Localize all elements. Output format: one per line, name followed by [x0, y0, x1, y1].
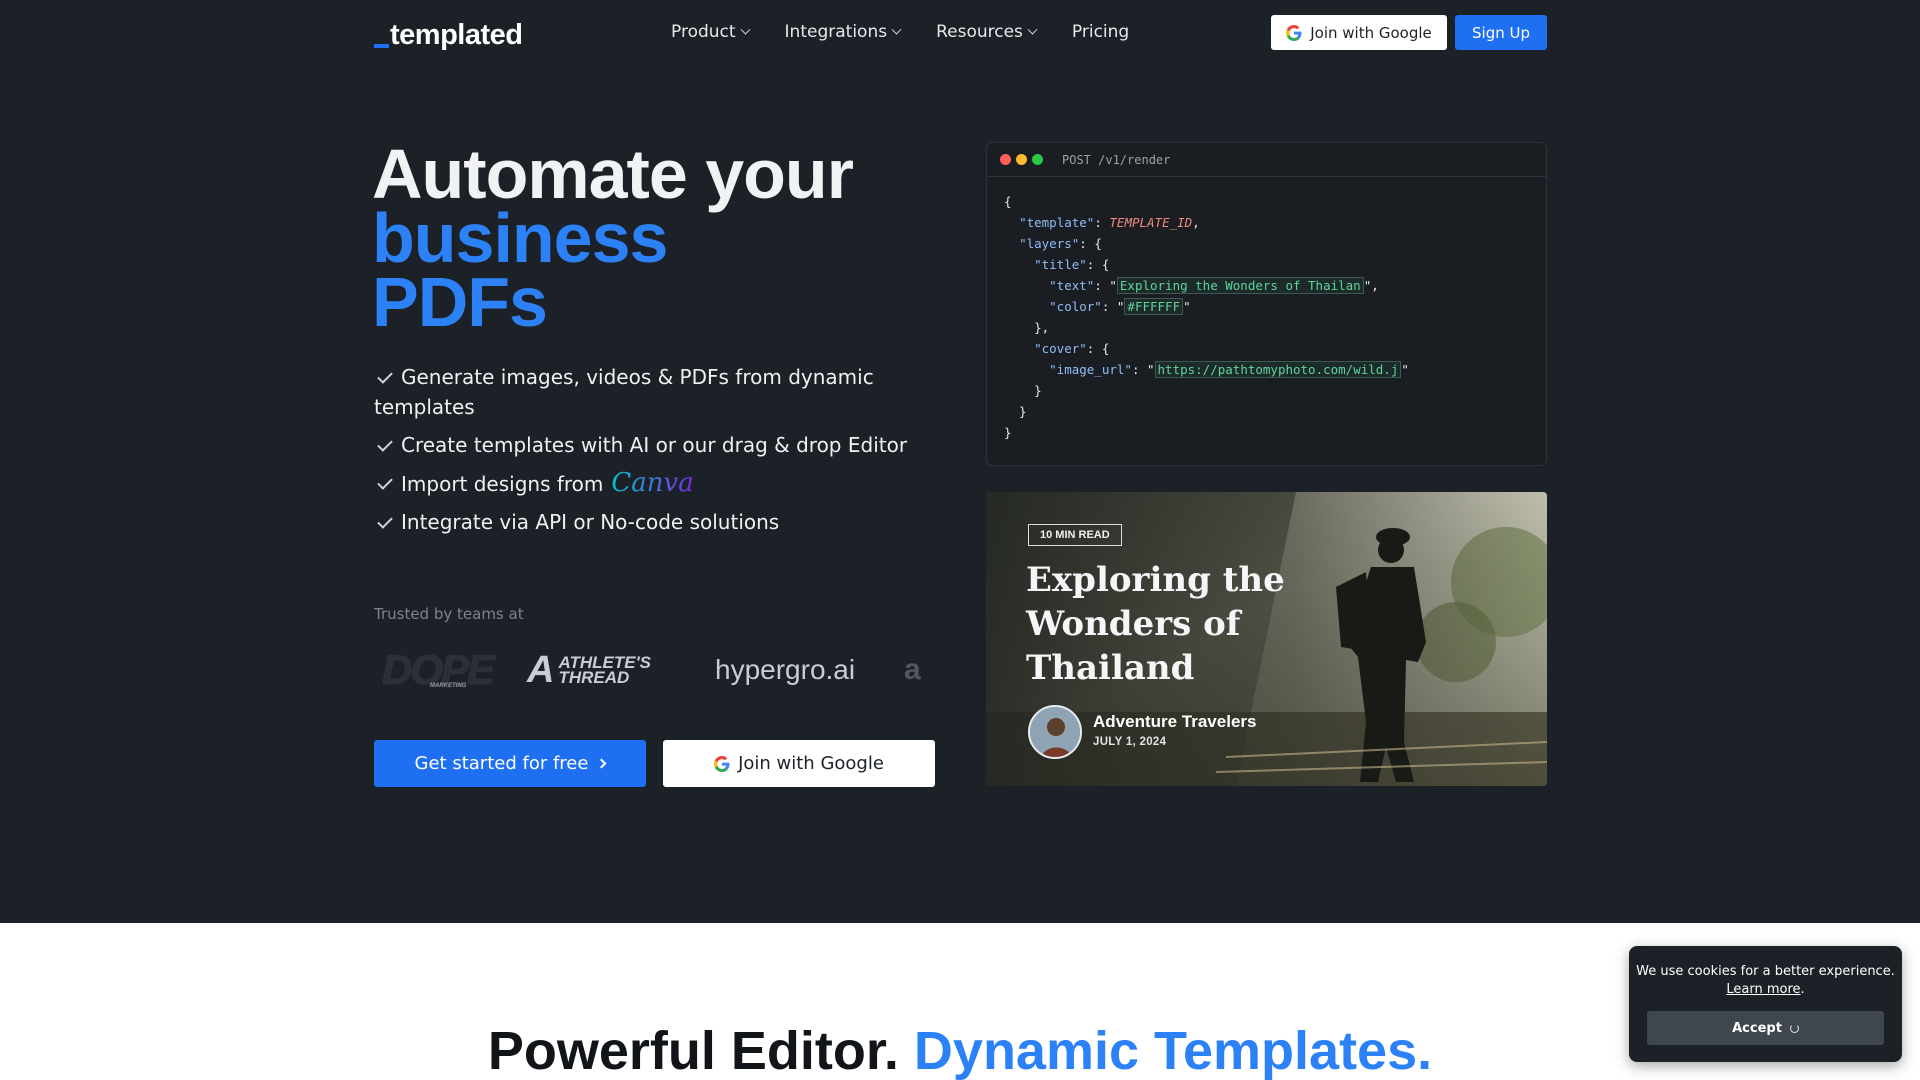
nav-item-resources[interactable]: Resources — [936, 20, 1038, 44]
join-with-google-cta[interactable]: Join with Google — [663, 740, 935, 787]
heading-blue-part: Dynamic Templates. — [913, 1021, 1433, 1080]
nav-item-pricing[interactable]: Pricing — [1072, 20, 1129, 44]
json-key: "image_url" — [1049, 362, 1132, 377]
learn-more-link[interactable]: Learn more — [1726, 982, 1800, 997]
cookie-message: We use cookies for a better experience. — [1636, 964, 1895, 979]
feature-text: Create templates with AI or our drag & d… — [401, 433, 908, 457]
hero-headline: Automate your business PDFs — [372, 135, 854, 341]
get-started-button[interactable]: Get started for free — [374, 740, 646, 787]
headline-line-2: business — [372, 199, 668, 277]
json-key: "cover" — [1034, 341, 1087, 356]
google-icon — [714, 755, 730, 772]
json-key: "layers" — [1019, 236, 1080, 251]
cookie-banner: We use cookies for a better experience. … — [1629, 946, 1902, 1062]
window-maximize-dot-icon — [1032, 154, 1043, 165]
check-icon — [377, 436, 393, 452]
get-started-label: Get started for free — [414, 753, 589, 774]
feature-text: Integrate via API or No-code solutions — [401, 510, 780, 534]
title-color-value[interactable]: #FFFFFF — [1124, 298, 1184, 315]
accept-label: Accept — [1732, 1020, 1782, 1036]
cookie-learn-more-line: Learn more. — [1726, 982, 1805, 997]
logo-text: templated — [390, 19, 523, 51]
feature-item: Create templates with AI or our drag & d… — [374, 430, 934, 460]
google-icon — [1286, 24, 1302, 41]
nav-item-label: Product — [671, 22, 736, 42]
hypergro-logo: hypergro.ai — [715, 654, 856, 685]
code-panel-header: POST /v1/render — [987, 143, 1546, 177]
json-key: "color" — [1049, 299, 1102, 314]
join-with-google-label: Join with Google — [1310, 23, 1432, 42]
code-body: { "template": TEMPLATE_ID, "layers": { "… — [1004, 194, 1409, 440]
post-date: JULY 1, 2024 — [1093, 736, 1167, 748]
author-name: Adventure Travelers — [1093, 712, 1257, 731]
athletes-thread-logo: A ATHLETE'S THREAD — [527, 645, 651, 695]
dope-marketing-logo: DOPE MARKETING — [382, 645, 495, 695]
json-key: "title" — [1034, 257, 1087, 272]
nav-item-label: Resources — [936, 22, 1023, 42]
trusted-label: Trusted by teams at — [374, 605, 524, 623]
check-icon — [377, 513, 393, 529]
athletes-logo-mark: A — [527, 648, 555, 691]
json-key: "text" — [1049, 278, 1095, 293]
nav-item-label: Integrations — [784, 22, 888, 42]
feature-item: Generate images, videos & PDFs from dyna… — [374, 362, 934, 422]
json-key: "template" — [1019, 215, 1095, 230]
nav-item-integrations[interactable]: Integrations — [784, 20, 902, 44]
request-method: POST /v1/render — [1062, 152, 1171, 167]
chevron-down-icon — [1027, 24, 1038, 35]
athletes-logo-text: ATHLETE'S THREAD — [558, 654, 651, 687]
image-url-value[interactable]: https://pathtomyphoto.com/wild.j — [1154, 361, 1402, 378]
client-logos: DOPE MARKETING A ATHLETE'S THREAD hypergr… — [382, 645, 937, 695]
nav-item-product[interactable]: Product — [671, 20, 750, 44]
heading-dark-part: Powerful Editor. — [487, 1021, 899, 1080]
headline-line-1: Automate your — [372, 135, 854, 213]
join-with-google-cta-label: Join with Google — [738, 753, 884, 774]
partial-logo: a — [904, 653, 921, 686]
athletes-line-2: THREAD — [558, 668, 630, 687]
blog-card-title: Exploring the Wonders of Thailand — [1026, 560, 1285, 688]
feature-item: Import designs from Canva — [374, 468, 934, 499]
chevron-down-icon — [740, 24, 750, 35]
headline-line-3: PDFs — [372, 263, 548, 341]
title-text-value[interactable]: Exploring the Wonders of Thailan — [1116, 277, 1364, 294]
author-avatar-image — [1030, 707, 1080, 757]
nav-item-label: Pricing — [1071, 22, 1130, 42]
check-icon — [377, 368, 393, 384]
read-time-badge: 10 MIN READ — [1028, 524, 1122, 546]
api-code-panel: POST /v1/render { "template": TEMPLATE_I… — [986, 142, 1547, 466]
logo-underscore-icon — [374, 44, 389, 48]
templated-logo[interactable]: templated — [374, 16, 523, 52]
hero-section: templated Product Integrations Resources… — [0, 0, 1920, 923]
dope-logo-subtext: MARKETING — [430, 683, 467, 689]
feature-text: Generate images, videos & PDFs from dyna… — [374, 365, 874, 419]
feature-text: Import designs from — [401, 472, 604, 496]
join-with-google-button[interactable]: Join with Google — [1271, 15, 1447, 50]
canva-logo: Canva — [611, 468, 694, 498]
feature-item: Integrate via API or No-code solutions — [374, 507, 934, 537]
blog-preview-card: 10 MIN READ Exploring the Wonders of Tha… — [986, 492, 1547, 786]
template-id-value: TEMPLATE_ID — [1109, 215, 1193, 230]
accept-cookies-button[interactable]: Accept — [1647, 1011, 1884, 1045]
window-minimize-dot-icon — [1016, 154, 1027, 165]
chevron-right-icon — [597, 758, 607, 769]
window-close-dot-icon — [1000, 154, 1011, 165]
sign-up-button[interactable]: Sign Up — [1455, 15, 1547, 50]
chevron-down-icon — [891, 24, 902, 35]
author-avatar — [1028, 705, 1082, 759]
feature-list: Generate images, videos & PDFs from dyna… — [374, 362, 934, 545]
loading-spinner-icon — [1789, 1023, 1799, 1033]
main-nav: Product Integrations Resources Pricing — [671, 20, 1129, 44]
check-icon — [377, 474, 393, 490]
